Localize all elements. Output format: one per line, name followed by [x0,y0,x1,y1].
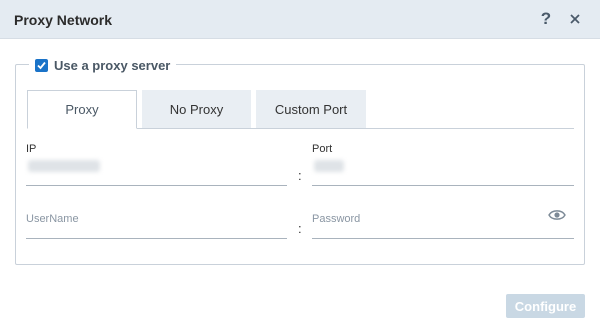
port-label: Port [312,143,333,155]
use-proxy-checkbox[interactable] [35,58,48,72]
tab-no-proxy[interactable]: No Proxy [142,90,251,128]
username-underline [26,238,287,239]
use-proxy-label[interactable]: Use a proxy server [54,58,170,73]
help-icon[interactable]: ? [538,9,554,29]
dialog-titlebar: Proxy Network ? [0,0,600,39]
ip-underline [26,185,287,186]
ip-port-separator: : [298,168,302,183]
ip-input[interactable] [28,160,100,172]
password-field[interactable]: Password [312,213,360,225]
port-input[interactable] [314,160,344,172]
username-password-separator: : [298,221,302,236]
checkmark-icon [37,61,46,69]
tab-proxy[interactable]: Proxy [27,90,137,129]
configure-button[interactable]: Configure [506,294,585,318]
ip-label: IP [26,143,37,155]
proxy-toggle[interactable]: Use a proxy server [29,56,177,74]
password-underline [312,238,574,239]
tab-custom-port[interactable]: Custom Port [256,90,366,128]
port-underline [312,185,574,186]
dialog-title: Proxy Network [14,12,113,28]
close-icon[interactable] [566,10,584,28]
username-field[interactable]: UserName [26,213,79,225]
eye-icon[interactable] [548,208,566,222]
